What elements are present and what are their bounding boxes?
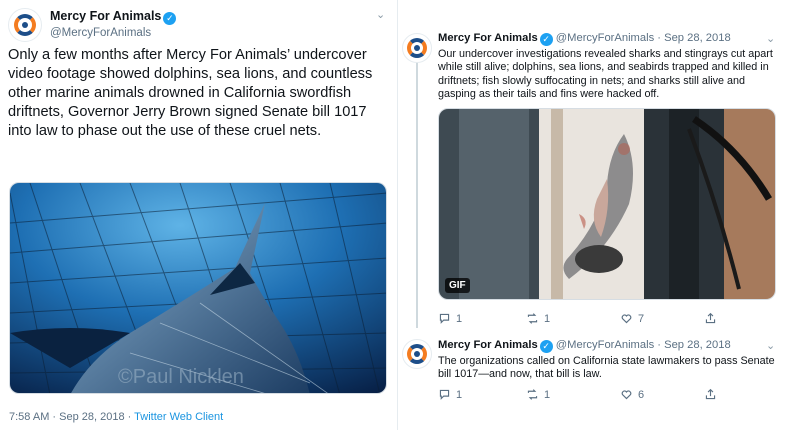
main-tweet: Mercy For Animals ✓ @MercyForAnimals ⌄ On… xyxy=(0,0,396,430)
chevron-down-icon[interactable]: ⌄ xyxy=(766,32,775,45)
tweet-text: Our undercover investigations revealed s… xyxy=(438,48,773,101)
tweet-image[interactable]: ©Paul Nicklen xyxy=(9,182,387,394)
author-meta[interactable]: @MercyForAnimals · Sep 28, 2018 xyxy=(556,339,731,351)
reply-count: 1 xyxy=(456,388,463,401)
tweet-text: Only a few months after Mercy For Animal… xyxy=(8,47,373,139)
reply-count: 1 xyxy=(456,312,463,325)
author-name[interactable]: Mercy For Animals xyxy=(438,32,538,44)
logo-icon xyxy=(407,344,427,364)
tweet-header: Mercy For Animals ✓ @MercyForAnimals xyxy=(8,8,177,42)
avatar[interactable] xyxy=(402,339,432,369)
author-name[interactable]: Mercy For Animals xyxy=(438,339,538,351)
tweet-timestamp[interactable]: 7:58 AM · Sep 28, 2018 · xyxy=(9,411,134,423)
retweet-icon xyxy=(527,389,538,400)
avatar[interactable] xyxy=(8,8,42,42)
tweet-header: Mercy For Animals ✓ @MercyForAnimals · Se… xyxy=(438,32,778,46)
reply-icon xyxy=(439,313,450,324)
tweet-text: The organizations called on California s… xyxy=(438,355,775,381)
gif-badge: GIF xyxy=(445,278,470,293)
reply-icon xyxy=(439,389,450,400)
share-icon xyxy=(705,388,716,400)
retweet-button[interactable]: 1 xyxy=(526,312,550,325)
client-link[interactable]: Twitter Web Client xyxy=(134,411,223,423)
tweet-metadata: 7:58 AM · Sep 28, 2018 · Twitter Web Cli… xyxy=(9,411,223,423)
logo-icon xyxy=(407,38,427,58)
tweet-actions: 1 1 7 xyxy=(438,312,738,326)
author-meta[interactable]: @MercyForAnimals · Sep 28, 2018 xyxy=(556,32,731,44)
reply-button[interactable]: 1 xyxy=(438,388,462,401)
logo-icon xyxy=(14,14,36,36)
reply-button[interactable]: 1 xyxy=(438,312,462,325)
heart-icon xyxy=(621,314,632,324)
retweet-icon xyxy=(527,313,538,324)
tweet-gif[interactable]: GIF xyxy=(438,108,776,300)
like-count: 7 xyxy=(638,312,645,325)
chevron-down-icon[interactable]: ⌄ xyxy=(376,8,385,21)
avatar[interactable] xyxy=(402,33,432,63)
watermark: ©Paul Nicklen xyxy=(118,366,244,388)
retweet-button[interactable]: 1 xyxy=(526,388,550,401)
thread-panel: Mercy For Animals ✓ @MercyForAnimals · Se… xyxy=(397,0,788,430)
author-name-row[interactable]: Mercy For Animals ✓ xyxy=(50,9,177,25)
retweet-count: 1 xyxy=(544,388,551,401)
like-button[interactable]: 7 xyxy=(620,312,644,325)
author-handle[interactable]: @MercyForAnimals xyxy=(50,27,176,39)
thread-connector xyxy=(416,60,418,328)
retweet-count: 1 xyxy=(544,312,551,325)
heart-icon xyxy=(621,390,632,400)
like-button[interactable]: 6 xyxy=(620,388,644,401)
like-count: 6 xyxy=(638,388,645,401)
verified-icon: ✓ xyxy=(163,12,177,25)
share-button[interactable] xyxy=(704,312,717,325)
tweet-actions: 1 1 6 xyxy=(438,388,738,402)
share-button[interactable] xyxy=(704,388,717,401)
verified-icon: ✓ xyxy=(539,33,553,46)
chevron-down-icon[interactable]: ⌄ xyxy=(766,339,775,352)
share-icon xyxy=(705,312,716,324)
verified-icon: ✓ xyxy=(539,340,553,353)
author-name[interactable]: Mercy For Animals xyxy=(50,9,161,23)
tweet-header: Mercy For Animals ✓ @MercyForAnimals · Se… xyxy=(438,339,778,353)
